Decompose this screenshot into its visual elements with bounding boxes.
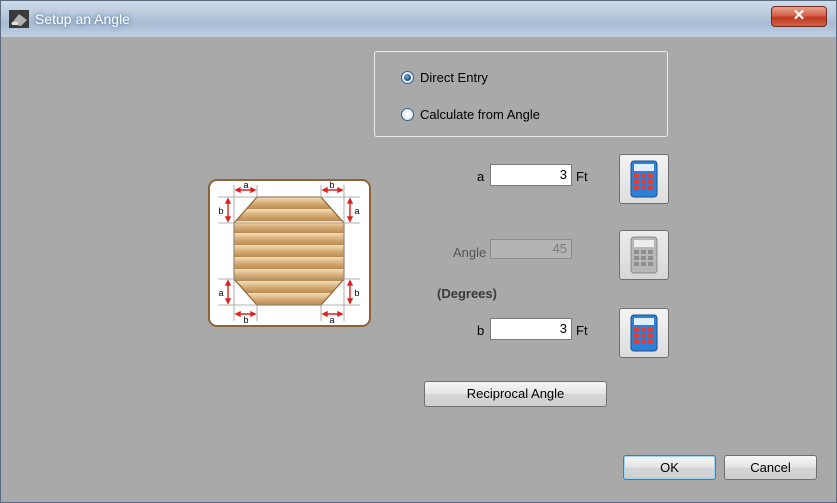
calculator-icon bbox=[630, 160, 658, 198]
angle-label: Angle bbox=[453, 245, 487, 260]
diagram-label-right-top: a bbox=[354, 206, 359, 216]
b-unit: Ft bbox=[576, 323, 588, 338]
diagram-label-top-left: a bbox=[243, 181, 248, 190]
app-icon bbox=[9, 10, 29, 28]
diagram-label-bottom-left: b bbox=[243, 315, 248, 325]
b-calculator-button[interactable] bbox=[619, 308, 669, 358]
angle-calculator-button[interactable] bbox=[619, 230, 669, 280]
a-input[interactable]: 3 bbox=[490, 164, 572, 186]
reciprocal-angle-button[interactable]: Reciprocal Angle bbox=[424, 381, 607, 407]
degrees-label: (Degrees) bbox=[437, 286, 497, 301]
calculator-icon bbox=[630, 314, 658, 352]
octagon-angle-diagram: a b b a b a a b bbox=[208, 179, 371, 327]
radio-calculate-label: Calculate from Angle bbox=[420, 107, 540, 122]
title-bar[interactable]: Setup an Angle ✕ bbox=[1, 1, 836, 37]
radio-direct-entry-label: Direct Entry bbox=[420, 70, 488, 85]
window-title: Setup an Angle bbox=[35, 11, 130, 27]
diagram-label-left-top: b bbox=[218, 206, 223, 216]
octagon-diagram-graphic: a b b a b a a b bbox=[218, 180, 360, 325]
radio-direct-entry-indicator[interactable] bbox=[401, 71, 414, 84]
a-calculator-button[interactable] bbox=[619, 154, 669, 204]
entry-mode-group: Direct Entry Calculate from Angle bbox=[374, 51, 668, 137]
diagram-label-top-right: b bbox=[329, 181, 334, 190]
setup-angle-dialog: Setup an Angle ✕ Direct Entry Calculate … bbox=[0, 0, 837, 503]
calculator-icon-disabled bbox=[630, 236, 658, 274]
dialog-body: Direct Entry Calculate from Angle a b b … bbox=[9, 37, 828, 496]
a-label: a bbox=[477, 169, 485, 184]
b-label: b bbox=[477, 323, 485, 338]
angle-input[interactable]: 45 bbox=[490, 239, 572, 259]
diagram-label-bottom-right: a bbox=[329, 315, 334, 325]
b-input[interactable]: 3 bbox=[490, 318, 572, 340]
radio-calculate-indicator[interactable] bbox=[401, 108, 414, 121]
diagram-label-right-bottom: b bbox=[354, 288, 359, 298]
radio-direct-entry[interactable]: Direct Entry bbox=[401, 70, 488, 85]
a-unit: Ft bbox=[576, 169, 588, 184]
radio-calculate-from-angle[interactable]: Calculate from Angle bbox=[401, 107, 540, 122]
diagram-label-left-bottom: a bbox=[218, 288, 223, 298]
close-button[interactable]: ✕ bbox=[771, 6, 827, 27]
ok-button[interactable]: OK bbox=[623, 455, 716, 480]
cancel-button[interactable]: Cancel bbox=[724, 455, 817, 480]
